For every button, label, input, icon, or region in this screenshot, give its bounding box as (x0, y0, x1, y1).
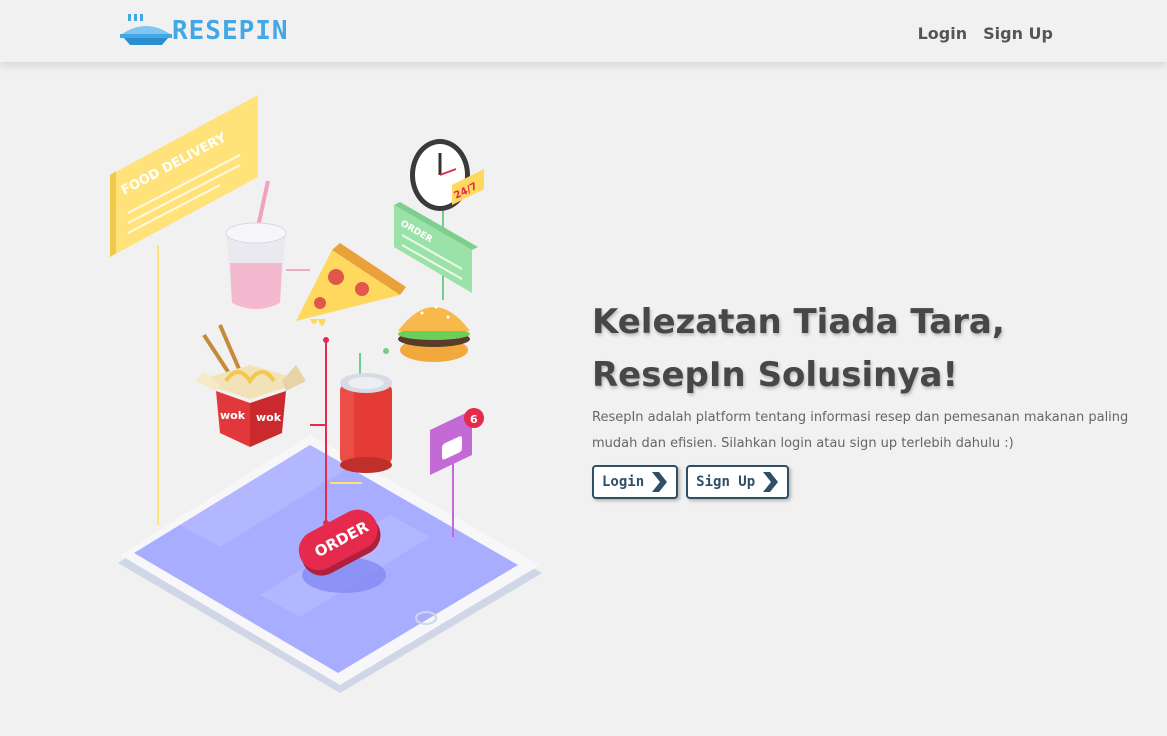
hero-login-label: Login (602, 474, 645, 490)
burger-graphic (398, 305, 470, 362)
soda-can-graphic (340, 373, 392, 473)
drink-cup-graphic (225, 180, 287, 309)
brand-name: ResepIn (172, 16, 289, 46)
hero-signup-button[interactable]: Sign Up (686, 465, 790, 499)
chevron-right-icon (763, 472, 779, 492)
notification-count-text: 6 (470, 413, 478, 426)
order-card-graphic: ORDER (394, 202, 478, 293)
headline-line-2: ResepIn Solusinya! (592, 355, 958, 395)
wok-text-left: wok (220, 409, 246, 422)
clock-graphic: 24/7 (410, 139, 484, 211)
nav-signup-link[interactable]: Sign Up (983, 24, 1053, 43)
brand-tagline-decoration (172, 46, 175, 52)
boat-dish-icon (120, 14, 172, 45)
nav-links: Login Sign Up (918, 24, 1053, 43)
hero-login-button[interactable]: Login (592, 465, 679, 499)
headline-line-1: Kelezatan Tiada Tara, (592, 302, 1005, 342)
nav-login-link[interactable]: Login (918, 24, 968, 43)
hero-illustration: FOOD DELIVERY 24/7 ORDER wok wok 6 ORDER (100, 85, 560, 705)
pizza-slice-graphic (296, 243, 406, 326)
hero-headline: Kelezatan Tiada Tara, ResepIn Solusinya! (592, 296, 1005, 402)
wok-text-right: wok (256, 411, 282, 424)
noodle-box-graphic: wok wok (196, 324, 306, 447)
top-navbar: ResepIn Login Sign Up (0, 0, 1167, 62)
hero-signup-label: Sign Up (696, 474, 756, 490)
food-delivery-illustration: FOOD DELIVERY 24/7 ORDER wok wok 6 ORDER (110, 95, 542, 693)
chevron-right-icon (652, 472, 668, 492)
hero-description: ResepIn adalah platform tentang informas… (592, 410, 1129, 451)
cta-button-group: Login Sign Up (592, 465, 790, 499)
lock-notification-graphic: 6 (430, 408, 484, 475)
brand-logo[interactable]: ResepIn (120, 12, 310, 52)
